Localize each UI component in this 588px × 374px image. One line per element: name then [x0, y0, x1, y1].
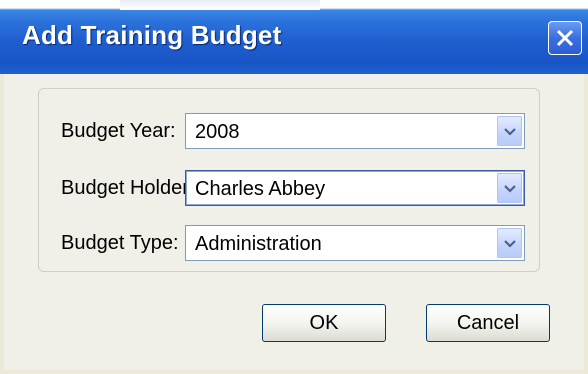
budget-fields-group: Budget Year: 2008 Budget Holder: Charles…: [38, 88, 540, 272]
budget-holder-label: Budget Holder:: [61, 177, 195, 199]
window-title: Add Training Budget: [22, 20, 282, 50]
budget-year-combobox[interactable]: 2008: [185, 113, 525, 149]
chevron-down-icon: [504, 128, 516, 136]
dialog-body: Budget Year: 2008 Budget Holder: Charles…: [4, 74, 584, 370]
budget-holder-combobox[interactable]: Charles Abbey: [185, 170, 525, 206]
budget-type-label: Budget Type:: [61, 232, 179, 254]
close-icon: [556, 29, 574, 47]
chevron-down-icon: [504, 240, 516, 248]
close-button[interactable]: [548, 21, 582, 55]
ok-button[interactable]: OK: [262, 304, 386, 342]
budget-year-dropdown-button[interactable]: [497, 116, 522, 146]
budget-year-label: Budget Year:: [61, 120, 176, 142]
dialog-window: Add Training Budget Budget Year: 2008 Bu…: [0, 0, 588, 374]
budget-year-value: 2008: [195, 121, 240, 143]
budget-holder-value: Charles Abbey: [195, 178, 326, 200]
budget-type-dropdown-button[interactable]: [497, 228, 522, 258]
cancel-button[interactable]: Cancel: [426, 304, 550, 342]
title-bar[interactable]: Add Training Budget: [0, 0, 588, 74]
title-bar-highlight: [120, 0, 320, 10]
budget-type-value: Administration: [195, 233, 322, 255]
chevron-down-icon: [504, 185, 516, 193]
budget-holder-dropdown-button[interactable]: [497, 173, 522, 203]
budget-type-combobox[interactable]: Administration: [185, 225, 525, 261]
